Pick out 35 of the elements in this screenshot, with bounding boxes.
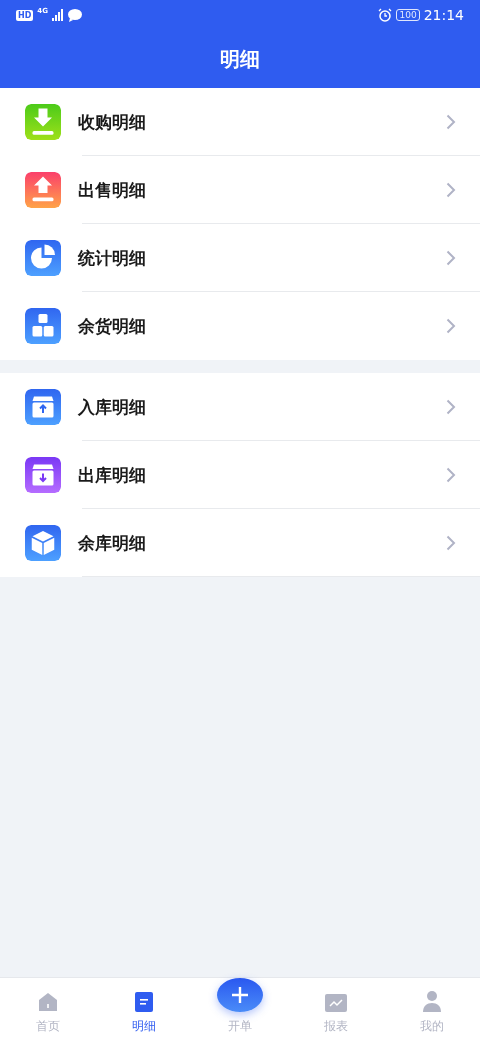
chevron-right-icon: [446, 535, 456, 551]
chevron-right-icon: [446, 467, 456, 483]
add-button[interactable]: [217, 978, 263, 1012]
alarm-icon: [378, 8, 393, 22]
clock-time: 21:14: [423, 7, 464, 23]
box-icon: [25, 389, 61, 425]
menu-row[interactable]: 统计明细: [0, 224, 480, 292]
signal-icon: [51, 9, 64, 21]
battery-level: 100: [396, 9, 420, 21]
plus-icon: [231, 986, 249, 1004]
line-chart-icon: [325, 994, 347, 1012]
page-title: 明细: [220, 45, 260, 73]
menu-row[interactable]: 余货明细: [0, 292, 480, 360]
chevron-right-icon: [446, 399, 456, 415]
pie-chart-icon: [25, 240, 61, 276]
menu-row[interactable]: 入库明细: [0, 373, 480, 441]
download-icon: [25, 104, 61, 140]
chevron-right-icon: [446, 250, 456, 266]
menu-row[interactable]: 出售明细: [0, 156, 480, 224]
chevron-right-icon: [446, 318, 456, 334]
upload-icon: [25, 172, 61, 208]
box-icon: [25, 457, 61, 493]
cube-icon: [25, 525, 61, 561]
menu-row[interactable]: 收购明细: [0, 88, 480, 156]
document-icon: [135, 992, 153, 1012]
chevron-right-icon: [446, 182, 456, 198]
home-icon: [38, 992, 58, 1012]
chevron-right-icon: [446, 114, 456, 130]
user-icon: [422, 990, 442, 1012]
hd-badge: HD: [16, 9, 34, 21]
tab-item[interactable]: 明细: [96, 978, 192, 1040]
menu-row[interactable]: 余库明细: [0, 509, 480, 577]
message-icon: [67, 8, 82, 22]
menu-row[interactable]: 出库明细: [0, 441, 480, 509]
blocks-icon: [25, 308, 61, 344]
